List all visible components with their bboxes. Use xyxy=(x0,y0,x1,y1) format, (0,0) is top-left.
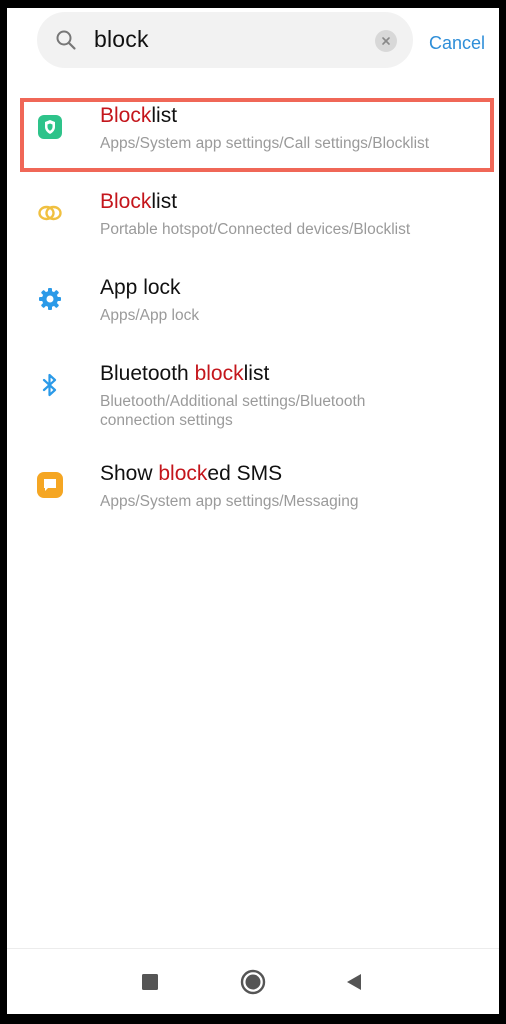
result-item-blocked-sms[interactable]: Show blocked SMS Apps/System app setting… xyxy=(7,446,499,532)
message-icon xyxy=(37,472,63,498)
result-item-call-blocklist[interactable]: Blocklist Apps/System app settings/Call … xyxy=(7,88,499,174)
result-item-bluetooth-blocklist[interactable]: Bluetooth blocklist Bluetooth/Additional… xyxy=(7,346,499,446)
search-bar[interactable]: block xyxy=(37,12,413,68)
bluetooth-icon xyxy=(37,372,63,398)
square-icon xyxy=(142,974,158,990)
search-input[interactable]: block xyxy=(94,26,149,53)
settings-search-screen: block Cancel Blocklist Apps/System app s… xyxy=(7,8,499,1014)
result-title: Blocklist xyxy=(100,104,178,127)
link-icon xyxy=(37,200,63,226)
search-icon xyxy=(55,29,77,51)
cancel-button[interactable]: Cancel xyxy=(429,33,485,54)
back-button[interactable] xyxy=(341,969,367,995)
result-title: Show blocked SMS xyxy=(100,462,283,485)
result-path: Apps/System app settings/Messaging xyxy=(100,493,359,510)
triangle-back-icon xyxy=(347,974,361,990)
system-navigation-bar xyxy=(7,948,499,1014)
result-path: Apps/App lock xyxy=(100,307,200,324)
result-path: Portable hotspot/Connected devices/Block… xyxy=(100,221,411,238)
recent-apps-button[interactable] xyxy=(137,969,163,995)
circle-icon xyxy=(240,969,266,995)
shield-icon xyxy=(37,114,63,140)
search-results-list: Blocklist Apps/System app settings/Call … xyxy=(7,88,499,532)
gear-icon xyxy=(37,286,63,312)
result-item-hotspot-blocklist[interactable]: Blocklist Portable hotspot/Connected dev… xyxy=(7,174,499,260)
result-title: Blocklist xyxy=(100,190,178,213)
result-path: Bluetooth/Additional settings/Bluetooth … xyxy=(100,393,366,429)
clear-search-button[interactable] xyxy=(375,30,397,52)
result-title: Bluetooth blocklist xyxy=(100,362,270,385)
result-path: Apps/System app settings/Call settings/B… xyxy=(100,135,430,152)
result-title: App lock xyxy=(100,276,181,299)
home-button[interactable] xyxy=(240,969,266,995)
close-icon xyxy=(382,37,390,45)
result-item-app-lock[interactable]: App lock Apps/App lock xyxy=(7,260,499,346)
